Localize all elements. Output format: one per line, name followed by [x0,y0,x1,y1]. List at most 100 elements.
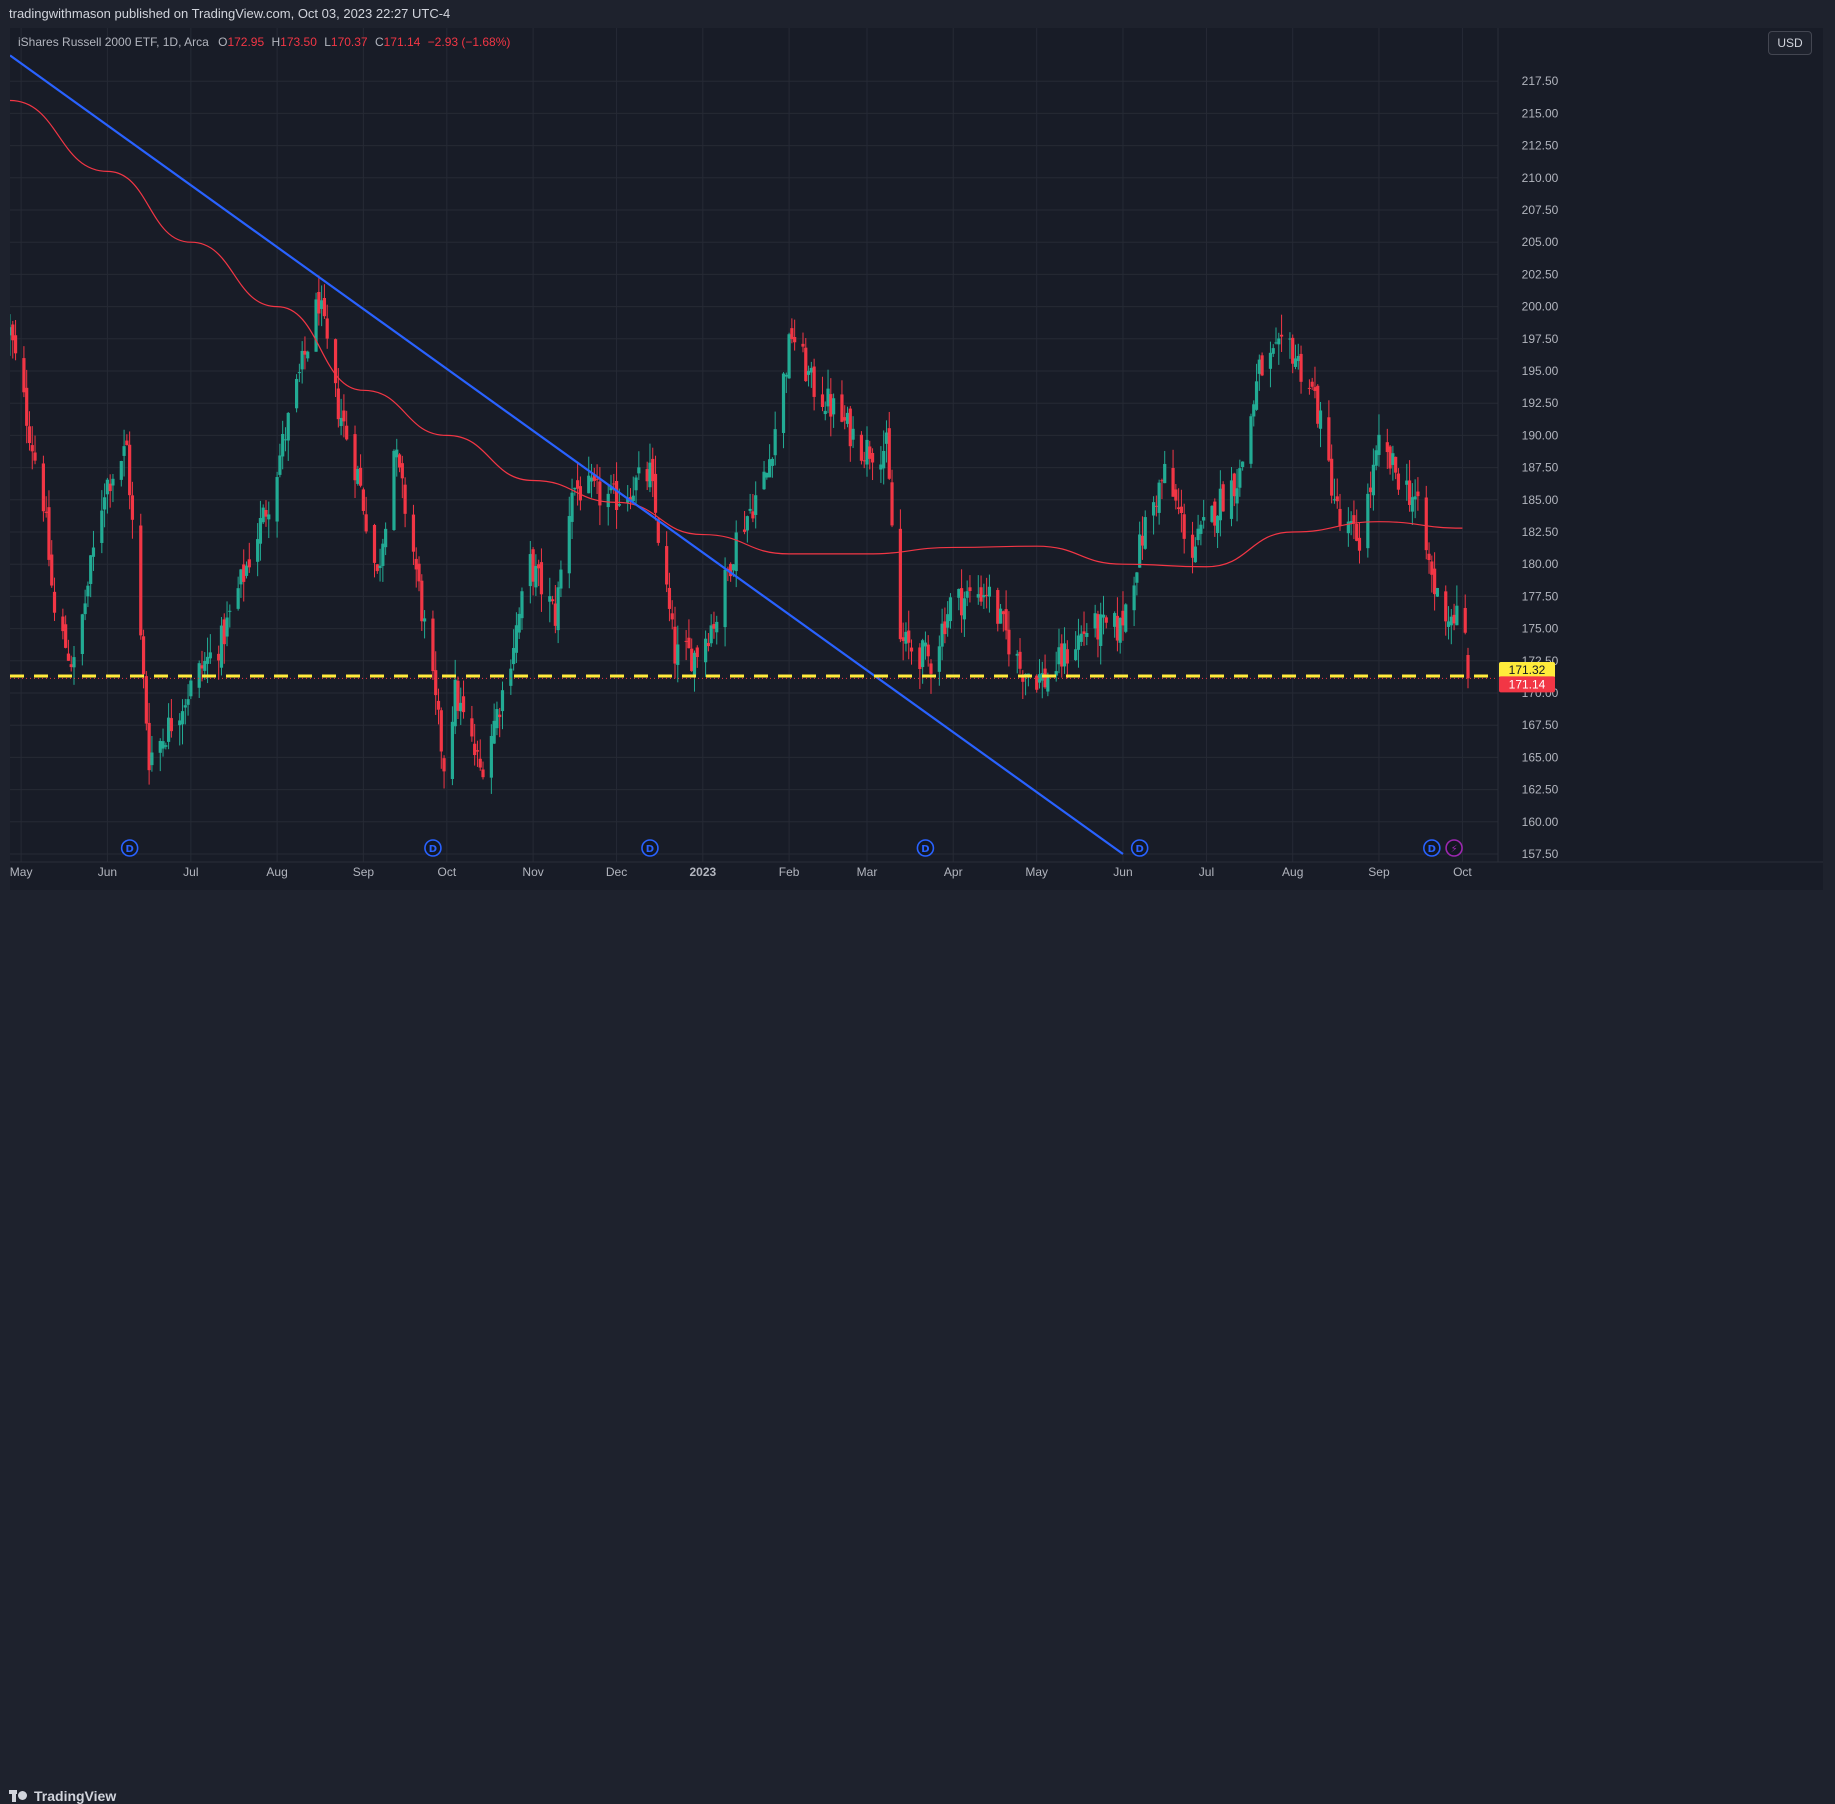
candle-up [528,554,532,587]
date-tick-label: Aug [266,865,287,879]
price-label-value: 171.14 [1509,677,1546,691]
candle-down [695,647,699,658]
candle-up [1151,502,1156,516]
candle-down [147,722,151,771]
candle-up [570,492,574,522]
candle-down [1466,655,1470,679]
date-tick-label: Oct [438,865,457,879]
price-tick-label: 175.00 [1522,622,1559,636]
candle-up [806,370,811,375]
candlestick-chart[interactable]: 217.50 215.00 212.50 210.00 207.50 205.00 202.… [10,28,1823,890]
candle-up [89,555,93,584]
candle-down [1065,649,1069,664]
candle-up [150,752,154,766]
candle-down [403,484,407,514]
candle-up [567,516,571,574]
candle-down [1407,480,1412,505]
candle-up [982,595,986,598]
price-tick-label: 182.50 [1522,525,1559,539]
candle-down [706,642,710,647]
candle-down [345,425,349,440]
candle-down [1018,651,1022,669]
candle-up [556,587,560,631]
candle-down [325,318,329,339]
candle-down [653,473,658,513]
candle-up [1252,404,1256,417]
candle-up [1215,515,1220,534]
candle-up [225,617,229,637]
date-tick-label: Sep [1368,865,1390,879]
candle-up [1455,605,1459,626]
candle-up [1449,616,1453,626]
candle-up [489,735,493,778]
candle-down [909,647,914,652]
candle-down [670,613,674,620]
date-tick-label: Apr [944,865,963,879]
candle-up [1318,410,1323,429]
candle-down [1213,501,1217,526]
candle-up [734,532,738,572]
candle-down [898,528,902,640]
date-tick-label: Jul [183,865,198,879]
candle-up [754,495,758,515]
currency-button[interactable]: USD [1768,31,1812,55]
event-marker-label: ⚡ [1451,844,1458,855]
candle-down [317,291,321,314]
candle-up [1274,342,1278,344]
candle-up [381,543,385,566]
candle-down [918,647,922,670]
candle-down [1388,446,1392,469]
candle-down [1352,515,1356,524]
candle-up [676,644,680,665]
candle-up [161,741,165,749]
candle-down [1140,535,1145,546]
candle-down [1338,508,1342,527]
candle-up [166,717,171,742]
candle-down [372,524,377,563]
candle-up [882,450,886,469]
candle-down [651,458,655,482]
candle-up [923,642,928,647]
candle-up [606,493,610,508]
candle-up [514,625,519,653]
candle-down [1385,442,1389,453]
tradingview-logo[interactable]: TradingView [9,1788,116,1804]
candle-up [1366,493,1370,549]
candle-down [1299,353,1303,382]
candle-down [144,676,148,724]
candle-up [940,623,944,647]
candle-up [384,528,388,548]
candle-down [47,507,51,560]
candle-down [1279,334,1284,337]
candle-up [1135,572,1139,583]
candle-up [83,603,87,615]
candle-down [33,452,37,461]
candle-down [473,743,477,756]
candle-up [459,702,463,712]
candle-up [745,516,749,531]
candle-down [169,718,173,732]
candle-down [901,637,905,641]
candle-up [921,640,925,668]
change-value: −2.93 (−1.68%) [427,35,511,49]
candle-down [843,417,847,421]
open-value: 172.95 [227,35,265,49]
candle-down [336,388,340,420]
candle-down [1082,631,1086,634]
candle-up [904,631,908,644]
candle-down [1190,534,1195,558]
candle-down [470,718,474,737]
candle-up [962,598,966,620]
candle-down [397,454,402,468]
candle-up [1079,633,1083,642]
candle-up [1277,338,1281,345]
candle-down [139,525,143,636]
candle-up [178,720,182,726]
candle-up [1391,453,1395,465]
price-tick-label: 200.00 [1522,300,1559,314]
date-tick-label: Jun [1113,865,1132,879]
candle-down [1444,591,1448,622]
candle-up [164,745,168,747]
candle-down [13,335,18,354]
candle-up [286,412,290,441]
